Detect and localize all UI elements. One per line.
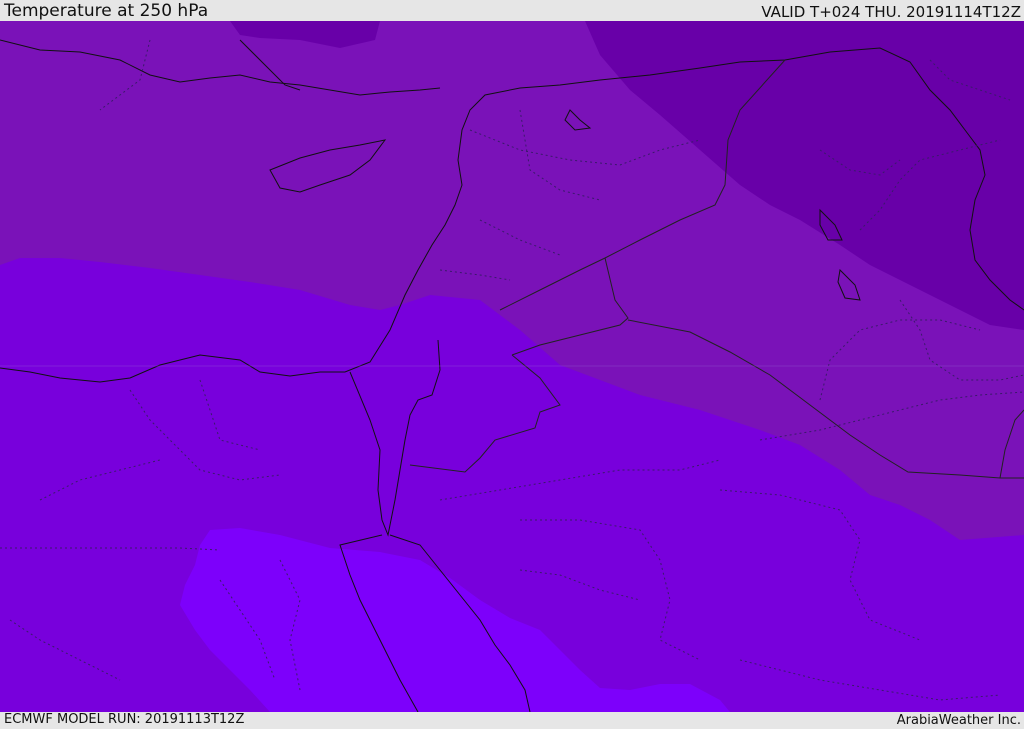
- map-title: Temperature at 250 hPa: [4, 1, 209, 21]
- temperature-map: [0, 21, 1024, 712]
- footer-bar: ECMWF MODEL RUN: 20191113T12Z ArabiaWeat…: [0, 712, 1024, 729]
- credit: ArabiaWeather Inc.: [896, 713, 1021, 728]
- valid-time: VALID T+024 THU. 20191114T12Z: [761, 3, 1021, 21]
- header-bar: Temperature at 250 hPa VALID T+024 THU. …: [0, 0, 1024, 21]
- model-run: ECMWF MODEL RUN: 20191113T12Z: [4, 712, 245, 727]
